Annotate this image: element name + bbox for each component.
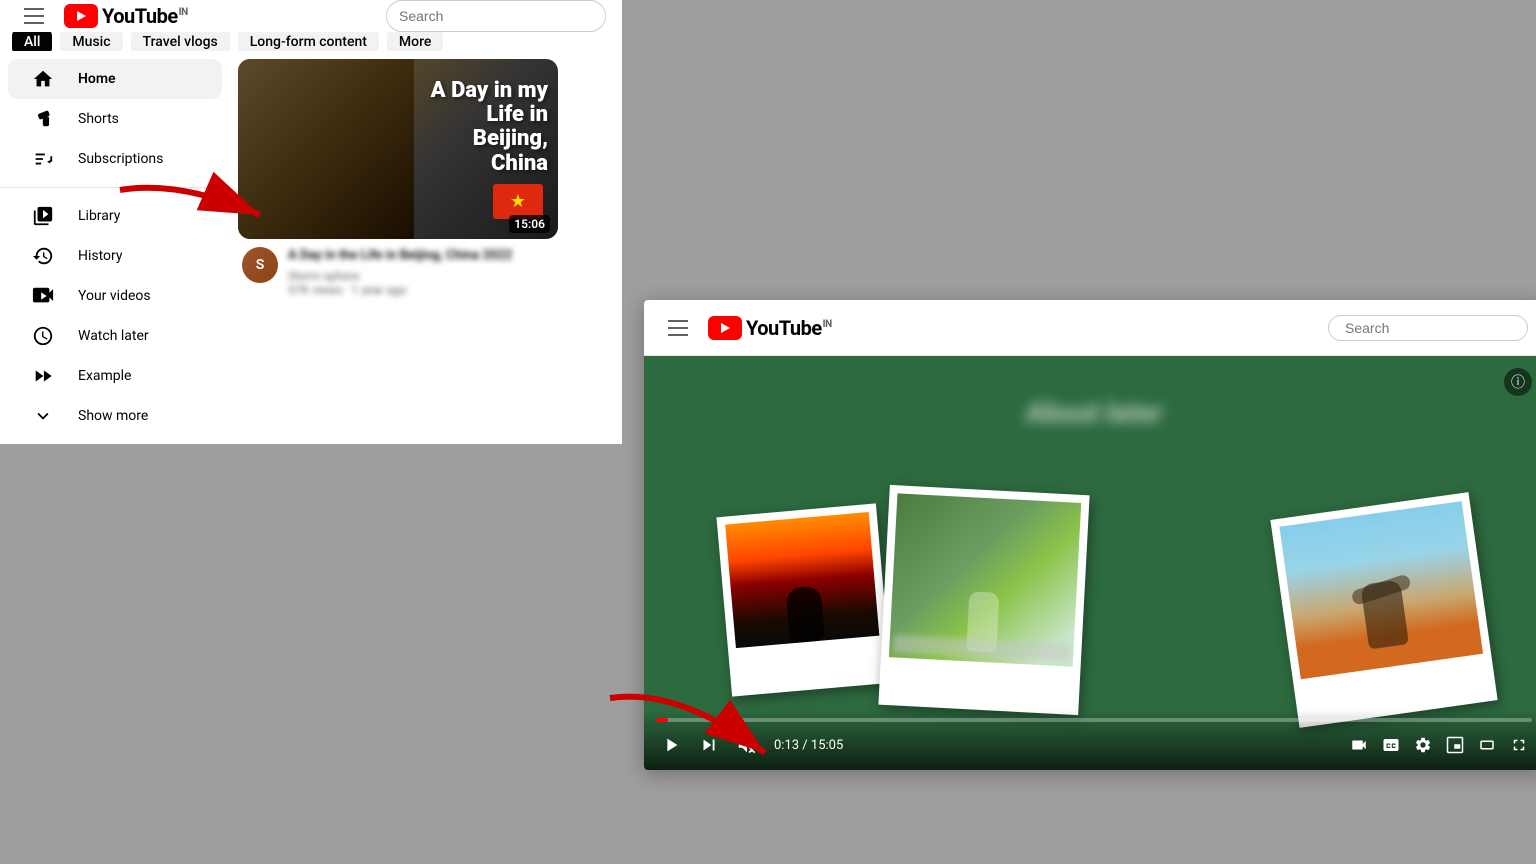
thumbnail-title-text: A Day in myLife inBeijing,China [431, 79, 548, 176]
video-thumbnail[interactable]: A Day in myLife inBeijing,China ★ 15:06 [238, 59, 558, 239]
chip-travel-vlogs[interactable]: Travel vlogs [131, 32, 230, 51]
thumbnail-background: A Day in myLife inBeijing,China ★ [238, 59, 558, 239]
youtube-logo-text: YouTubeIN [102, 4, 188, 28]
chip-all[interactable]: All [12, 32, 52, 51]
controls-row: 0:13 / 15:05 [656, 730, 1532, 760]
progress-bar-container[interactable] [656, 718, 1532, 722]
time-display: 0:13 / 15:05 [774, 738, 843, 753]
hamburger-menu-icon[interactable] [16, 0, 52, 32]
theater-mode-button[interactable] [1474, 732, 1500, 758]
sidebar-item-home[interactable]: Home [8, 59, 222, 99]
left-search-bar[interactable] [386, 0, 606, 32]
chip-music[interactable]: Music [60, 32, 122, 51]
video-channel: Storm sphere [288, 269, 618, 283]
library-icon [32, 205, 54, 227]
your-videos-icon [32, 285, 54, 307]
channel-avatar: S [242, 247, 278, 283]
chip-more[interactable]: More [387, 32, 444, 51]
sidebar-label-your-videos: Your videos [78, 288, 151, 304]
sidebar-item-history[interactable]: History [8, 236, 222, 276]
sidebar-item-example[interactable]: Example [8, 356, 222, 396]
history-icon [32, 245, 54, 267]
polaroid-2 [878, 485, 1089, 715]
watch-later-icon [32, 325, 54, 347]
youtube-logo[interactable]: YouTubeIN [64, 4, 188, 28]
filter-chips-row: All Music Travel vlogs Long-form content… [0, 32, 622, 51]
sidebar-divider-1 [0, 187, 230, 188]
sidebar-label-show-more: Show more [78, 408, 148, 424]
example-icon [32, 365, 54, 387]
video-info-row: S A Day in the Life in Beijing, China 20… [238, 247, 622, 297]
sidebar-label-home: Home [78, 71, 116, 87]
youtube-logo-icon [64, 4, 98, 28]
right-hamburger-icon[interactable] [660, 312, 696, 344]
video-stats: 57K views · 1 year ago [288, 283, 618, 297]
sidebar-label-library: Library [78, 208, 120, 224]
chip-long-form[interactable]: Long-form content [238, 32, 379, 51]
right-yt-logo-text: YouTubeIN [746, 316, 832, 340]
player-controls: 0:13 / 15:05 [644, 710, 1536, 770]
sidebar: Home Shorts Subscriptions [0, 51, 230, 444]
mute-button[interactable] [732, 730, 762, 760]
sidebar-item-your-videos[interactable]: Your videos [8, 276, 222, 316]
autoplay-toggle[interactable] [1346, 732, 1372, 758]
sidebar-item-show-more[interactable]: Show more [8, 396, 222, 436]
video-player[interactable]: About later ⓘ [644, 356, 1536, 770]
sidebar-item-library[interactable]: Library [8, 196, 222, 236]
subscriptions-icon [32, 148, 54, 170]
sidebar-item-watch-later[interactable]: Watch later [8, 316, 222, 356]
fullscreen-button[interactable] [1506, 732, 1532, 758]
sidebar-label-shorts: Shorts [78, 111, 119, 127]
next-button[interactable] [694, 730, 724, 760]
controls-right [1346, 732, 1532, 758]
video-card: A Day in myLife inBeijing,China ★ 15:06 … [238, 59, 622, 297]
right-yt-logo-icon [708, 316, 742, 340]
home-icon [32, 68, 54, 90]
sidebar-label-subscriptions: Subscriptions [78, 151, 163, 167]
subtitles-button[interactable] [1378, 732, 1404, 758]
shorts-icon [32, 108, 54, 130]
sidebar-label-watch-later: Watch later [78, 328, 149, 344]
left-panel: YouTubeIN All Music Travel vlogs Long-fo… [0, 0, 622, 444]
sidebar-item-shorts[interactable]: Shorts [8, 99, 222, 139]
right-search-input[interactable] [1328, 315, 1528, 341]
left-search-input[interactable] [387, 8, 605, 24]
chevron-down-icon [32, 405, 54, 427]
right-panel: YouTubeIN About later ⓘ [644, 300, 1536, 770]
main-content-area: Home Shorts Subscriptions [0, 51, 622, 444]
settings-button[interactable] [1410, 732, 1436, 758]
left-header: YouTubeIN [0, 0, 622, 32]
video-content-area: A Day in myLife inBeijing,China ★ 15:06 … [230, 51, 622, 444]
polaroid-3 [1270, 492, 1497, 728]
right-youtube-logo[interactable]: YouTubeIN [708, 316, 832, 340]
video-meta: A Day in the Life in Beijing, China 2022… [288, 247, 618, 297]
polaroid-1 [716, 503, 891, 696]
sidebar-label-history: History [78, 248, 123, 264]
video-duration-badge: 15:06 [509, 215, 550, 233]
right-header: YouTubeIN [644, 300, 1536, 356]
play-button[interactable] [656, 730, 686, 760]
miniplayer-button[interactable] [1442, 732, 1468, 758]
sidebar-label-example: Example [78, 368, 131, 384]
progress-bar-fill [656, 718, 668, 722]
sidebar-item-subscriptions[interactable]: Subscriptions [8, 139, 222, 179]
polaroid-container [644, 356, 1536, 770]
video-title: A Day in the Life in Beijing, China 2022 [288, 247, 618, 265]
